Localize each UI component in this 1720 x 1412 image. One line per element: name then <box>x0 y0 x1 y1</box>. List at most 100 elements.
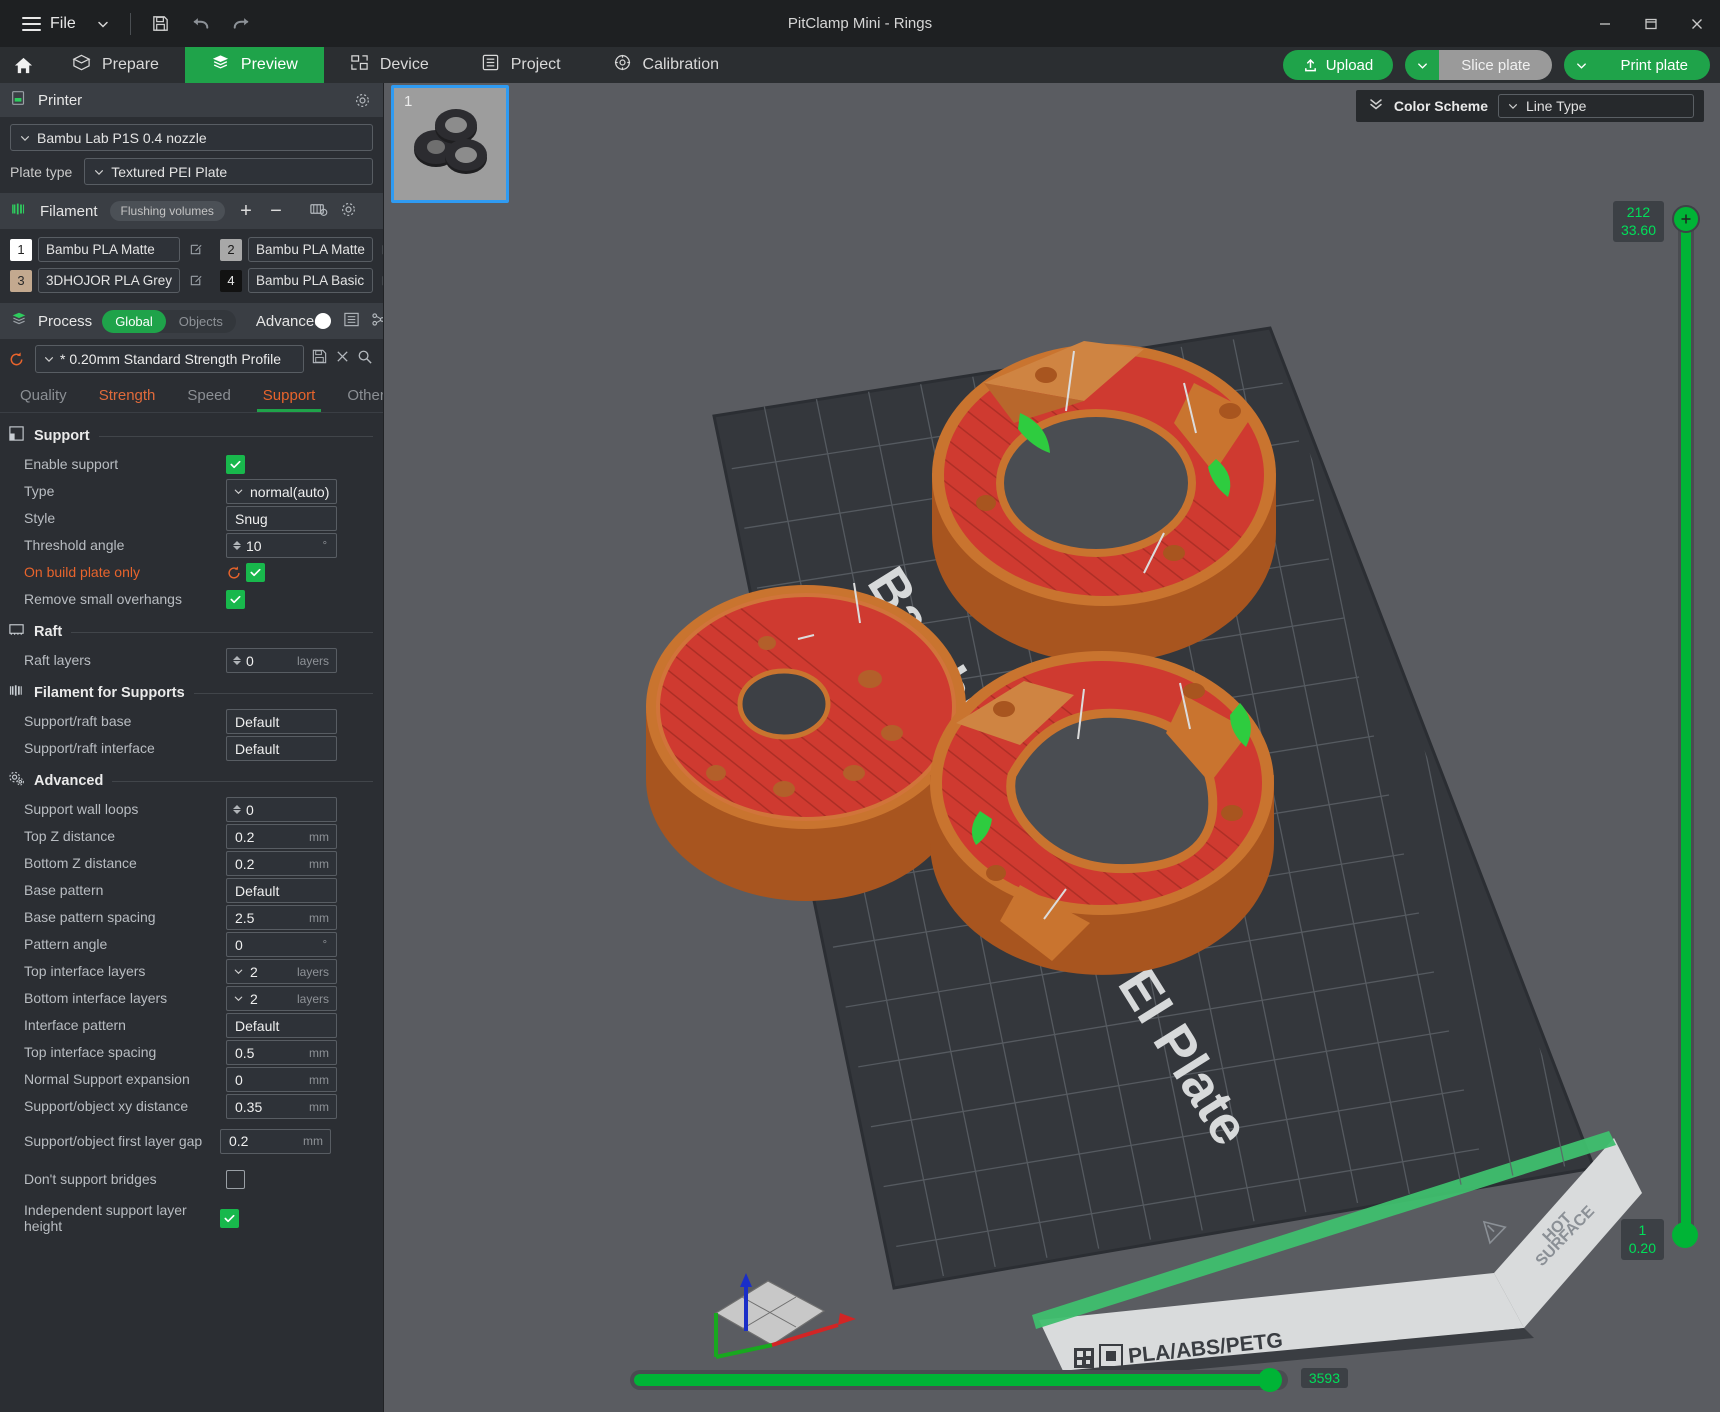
setting-label: Independent support layer height <box>24 1201 187 1234</box>
tab-quality[interactable]: Quality <box>4 380 83 412</box>
collapse-icon[interactable] <box>1368 96 1384 117</box>
setting-bottom-interface-layers: Bottom interface layers 2 layers <box>0 985 383 1012</box>
search-settings-icon[interactable] <box>357 349 373 370</box>
normal-support-expansion-input[interactable]: 0 mm <box>226 1067 337 1092</box>
scope-global-button[interactable]: Global <box>102 309 166 333</box>
process-section-header: Process Global Objects Advanced <box>0 303 383 339</box>
plate-thumbnail-1[interactable]: 1 <box>391 85 509 203</box>
base-pattern-spacing-input[interactable]: 2.5 mm <box>226 905 337 930</box>
support-object-xy-distance-input[interactable]: 0.35 mm <box>226 1094 337 1119</box>
edit-filament-icon[interactable] <box>186 273 206 288</box>
layer-slider-bottom-handle[interactable] <box>1672 1222 1698 1248</box>
home-icon[interactable] <box>0 47 46 83</box>
move-slider-handle[interactable] <box>1258 1368 1282 1392</box>
interface-pattern-value: Default <box>235 1017 280 1034</box>
parameter-list-icon[interactable] <box>343 311 360 332</box>
compare-presets-icon[interactable] <box>370 311 383 332</box>
print-plate-button[interactable]: Print plate <box>1598 50 1710 80</box>
remove-filament-button[interactable]: − <box>267 201 285 221</box>
layer-slider[interactable]: 212 33.60 1 0.20 <box>1612 201 1700 1260</box>
spinner-icon[interactable] <box>233 541 241 550</box>
color-scheme-select[interactable]: Line Type <box>1498 94 1694 118</box>
3d-viewport[interactable]: Bambu Textured PEI Plate PLA/ABS/PETG HO… <box>384 83 1720 1412</box>
print-plate-dropdown[interactable] <box>1564 50 1599 80</box>
enable-support-checkbox[interactable] <box>226 455 245 474</box>
tab-prepare[interactable]: Prepare <box>46 47 185 83</box>
layer-slider-top-handle[interactable] <box>1672 205 1700 233</box>
filament-name[interactable]: Bambu PLA Matte <box>38 237 181 262</box>
plate-type-select[interactable]: Textured PEI Plate <box>84 158 373 185</box>
tab-project[interactable]: Project <box>455 47 587 83</box>
support-type-select[interactable]: normal(auto) <box>226 479 337 504</box>
raft-layers-input[interactable]: 0 layers <box>226 648 337 673</box>
base-pattern-input[interactable]: Default <box>226 878 337 903</box>
on-build-plate-only-checkbox[interactable] <box>246 563 265 582</box>
top-z-distance-input[interactable]: 0.2 mm <box>226 824 337 849</box>
printer-model-select[interactable]: Bambu Lab P1S 0.4 nozzle <box>10 124 373 151</box>
tab-preview[interactable]: Preview <box>184 47 324 83</box>
filament-name[interactable]: Bambu PLA Matte <box>248 237 373 262</box>
file-menu-button[interactable]: File <box>12 7 86 41</box>
spinner-icon[interactable] <box>233 805 241 814</box>
filament-color-swatch[interactable]: 1 <box>10 238 32 261</box>
delete-profile-icon[interactable] <box>335 349 350 369</box>
move-slider[interactable]: 3593 <box>630 1368 1348 1392</box>
support-style-input[interactable]: Snug <box>226 506 337 531</box>
process-scope-toggle: Global Objects <box>102 309 236 333</box>
save-icon[interactable] <box>141 7 181 41</box>
setting-label: Interface pattern <box>24 1017 126 1034</box>
support-wall-loops-input[interactable]: 0 <box>226 797 337 822</box>
tab-device[interactable]: Device <box>324 47 455 83</box>
tab-strength[interactable]: Strength <box>83 380 172 412</box>
filament-color-swatch[interactable]: 3 <box>10 269 32 292</box>
support-raft-interface-input[interactable]: Default <box>226 736 337 761</box>
support-object-first-layer-gap-input[interactable]: 0.2 mm <box>220 1128 331 1154</box>
add-filament-button[interactable]: + <box>237 201 255 221</box>
filament-color-swatch[interactable]: 4 <box>220 269 243 292</box>
chevron-down-icon[interactable] <box>86 7 120 41</box>
tab-others[interactable]: Others <box>331 380 383 412</box>
slice-plate-button[interactable]: Slice plate <box>1439 50 1553 80</box>
flushing-volumes-button[interactable]: Flushing volumes <box>109 201 225 221</box>
revert-profile-icon[interactable] <box>6 351 26 368</box>
support-style-value: Snug <box>235 510 268 527</box>
bottom-z-distance-input[interactable]: 0.2 mm <box>226 851 337 876</box>
layer-slider-bottom-tooltip: 1 0.20 <box>1620 1219 1664 1260</box>
top-interface-spacing-input[interactable]: 0.5 mm <box>226 1040 337 1065</box>
close-button[interactable] <box>1674 0 1720 47</box>
remove-small-overhangs-checkbox[interactable] <box>226 590 245 609</box>
filament-ams-icon[interactable] <box>309 200 328 223</box>
interface-pattern-input[interactable]: Default <box>226 1013 337 1038</box>
tab-speed[interactable]: Speed <box>171 380 246 412</box>
spinner-icon[interactable] <box>233 656 241 665</box>
filament-color-swatch[interactable]: 2 <box>220 238 243 261</box>
process-profile-select[interactable]: * 0.20mm Standard Strength Profile <box>35 345 304 373</box>
filament-name[interactable]: 3DHOJOR PLA Grey <box>38 268 181 293</box>
tab-support[interactable]: Support <box>247 380 332 412</box>
maximize-button[interactable] <box>1628 0 1674 47</box>
upload-button[interactable]: Upload <box>1282 50 1394 80</box>
independent-support-layer-height-checkbox[interactable] <box>220 1208 239 1228</box>
tab-calibration[interactable]: Calibration <box>587 47 745 83</box>
printer-settings-gear-icon[interactable] <box>351 89 373 111</box>
minimize-button[interactable] <box>1582 0 1628 47</box>
filament-name[interactable]: Bambu PLA Basic <box>248 268 373 293</box>
undo-icon[interactable] <box>181 7 221 41</box>
slice-plate-dropdown[interactable] <box>1405 50 1440 80</box>
save-profile-icon[interactable] <box>311 348 328 370</box>
redo-icon[interactable] <box>221 7 261 41</box>
printer-section-title: Printer <box>38 91 83 109</box>
scope-objects-button[interactable]: Objects <box>166 310 236 333</box>
dont-support-bridges-checkbox[interactable] <box>226 1169 245 1189</box>
top-interface-layers-select[interactable]: 2 layers <box>226 959 337 984</box>
filament-settings-gear-icon[interactable] <box>340 201 357 222</box>
threshold-angle-input[interactable]: 10 ° <box>226 533 337 558</box>
edit-filament-icon[interactable] <box>186 242 206 257</box>
setting-label: Enable support <box>24 456 119 473</box>
revert-setting-icon[interactable] <box>224 565 244 581</box>
group-title: Filament for Supports <box>34 685 185 701</box>
setting-support-object-first-layer-gap: Support/object first layer gap 0.2 mm <box>0 1120 383 1162</box>
pattern-angle-input[interactable]: 0 ° <box>226 932 337 957</box>
support-raft-base-input[interactable]: Default <box>226 709 337 734</box>
bottom-interface-layers-select[interactable]: 2 layers <box>226 986 337 1011</box>
